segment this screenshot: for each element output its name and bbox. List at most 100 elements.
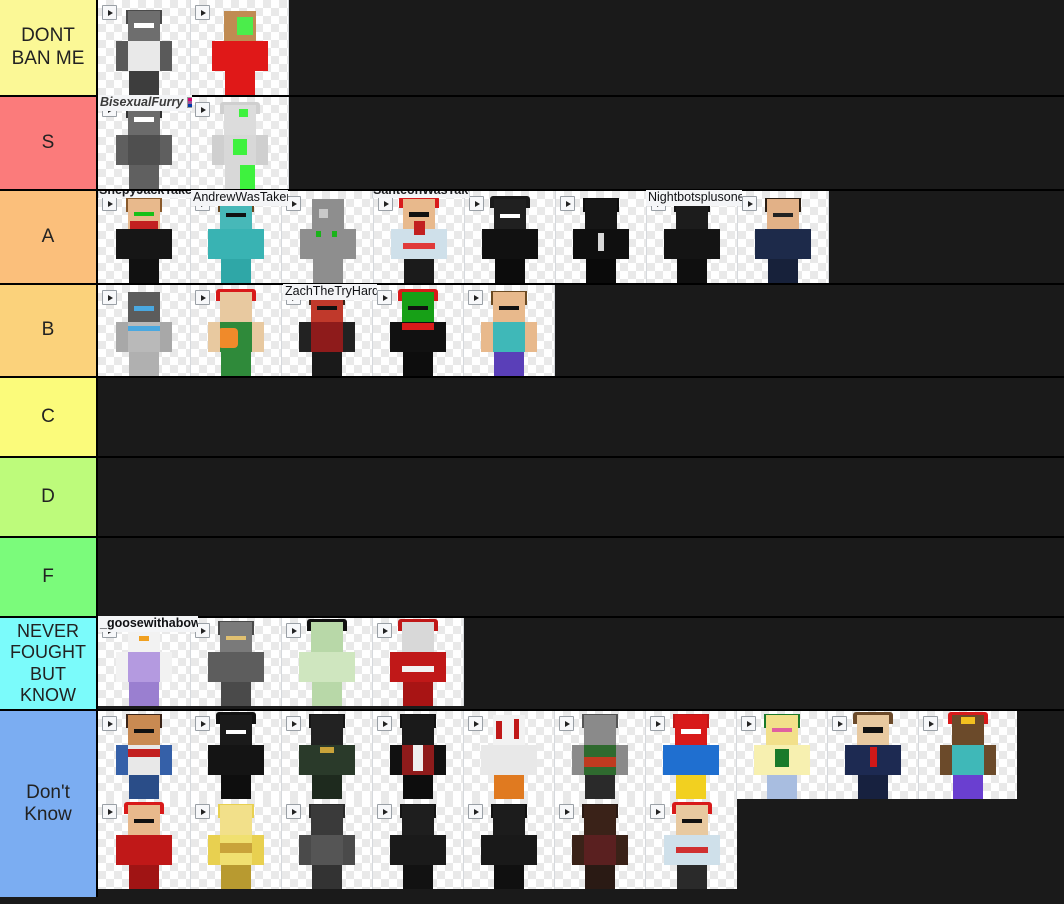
- play-icon[interactable]: [286, 804, 301, 819]
- tier-item-card[interactable]: [98, 191, 191, 283]
- tier-item-card[interactable]: [373, 285, 464, 376]
- play-icon[interactable]: [468, 290, 483, 305]
- play-icon[interactable]: [286, 623, 301, 638]
- tier-label-b[interactable]: B: [0, 285, 98, 376]
- tier-item-caption: Nightbotsplusone: [646, 190, 742, 206]
- tier-item-card[interactable]: [646, 711, 737, 799]
- tier-label-dont-ban-me[interactable]: DONT BAN ME: [0, 0, 98, 95]
- tier-item-card[interactable]: [737, 711, 828, 799]
- minecraft-skin: [115, 198, 173, 283]
- tier-items-dont-know[interactable]: [98, 711, 1064, 897]
- play-icon[interactable]: [286, 716, 301, 731]
- minecraft-skin: [207, 198, 265, 283]
- tier-item-card[interactable]: [373, 618, 464, 706]
- minecraft-skin: [207, 621, 265, 706]
- play-icon[interactable]: [650, 716, 665, 731]
- play-icon[interactable]: [102, 196, 117, 211]
- minecraft-skin: [211, 102, 269, 189]
- play-icon[interactable]: [195, 102, 210, 117]
- play-icon[interactable]: [377, 804, 392, 819]
- play-icon[interactable]: [559, 716, 574, 731]
- tier-label-c[interactable]: C: [0, 378, 98, 456]
- play-icon[interactable]: [468, 716, 483, 731]
- tier-item-card[interactable]: [556, 191, 647, 283]
- tier-item-card[interactable]: [282, 191, 374, 283]
- play-icon[interactable]: [102, 804, 117, 819]
- play-icon[interactable]: [102, 290, 117, 305]
- play-icon[interactable]: [469, 196, 484, 211]
- tier-item-card[interactable]: [464, 711, 555, 799]
- play-icon[interactable]: [286, 196, 301, 211]
- tier-items-f[interactable]: [98, 538, 1064, 616]
- minecraft-skin: [753, 714, 811, 799]
- tier-label-d[interactable]: D: [0, 458, 98, 536]
- tier-items-a[interactable]: ShepyJackTaken AndrewWasTaken SanteonWas…: [98, 190, 1064, 283]
- tier-item-card[interactable]: [282, 711, 373, 799]
- tier-item-card[interactable]: [98, 285, 191, 376]
- play-icon[interactable]: [195, 716, 210, 731]
- play-icon[interactable]: [741, 716, 756, 731]
- tier-label-dont-know[interactable]: Don't Know: [0, 711, 98, 897]
- play-icon[interactable]: [923, 716, 938, 731]
- tier-item-card[interactable]: [98, 0, 191, 95]
- tier-item-card[interactable]: [282, 799, 373, 889]
- tier-item-card[interactable]: [555, 711, 646, 799]
- play-icon[interactable]: [102, 716, 117, 731]
- tier-rows: DONT BAN ME S BisexualFurry A AndrewWasT…: [0, 0, 1064, 897]
- minecraft-skin: [207, 289, 265, 376]
- tier-item-card[interactable]: [828, 711, 919, 799]
- play-icon[interactable]: [832, 716, 847, 731]
- tier-row-f: F: [0, 538, 1064, 618]
- tier-items-b[interactable]: ZachTheTryHard: [98, 284, 1064, 376]
- tier-items-s[interactable]: BisexualFurry: [98, 95, 1064, 189]
- play-icon[interactable]: [560, 196, 575, 211]
- tier-row-d: D: [0, 458, 1064, 538]
- tier-item-card[interactable]: [646, 799, 737, 889]
- caption-text: SanteonWasTaken: [373, 191, 469, 198]
- tier-label-a[interactable]: A: [0, 191, 98, 283]
- tier-label-never-fought-but-know[interactable]: NEVER FOUGHT BUT KNOW: [0, 618, 98, 709]
- tier-item-card[interactable]: [738, 191, 829, 283]
- play-icon[interactable]: [195, 290, 210, 305]
- tier-item-card[interactable]: [98, 711, 191, 799]
- tier-item-card[interactable]: [374, 191, 465, 283]
- play-icon[interactable]: [195, 804, 210, 819]
- minecraft-skin: [480, 291, 538, 376]
- tier-item-card[interactable]: [919, 711, 1017, 799]
- play-icon[interactable]: [195, 5, 210, 20]
- tier-item-card[interactable]: [191, 285, 282, 376]
- tier-item-caption-clipped: SanteonWasTaken: [372, 191, 470, 198]
- tier-items-never-fought-but-know[interactable]: _goosewithabow: [98, 616, 1064, 709]
- tier-items-c[interactable]: [98, 378, 1064, 456]
- play-icon[interactable]: [377, 716, 392, 731]
- play-icon[interactable]: [559, 804, 574, 819]
- tier-items-d[interactable]: [98, 458, 1064, 536]
- tier-item-card[interactable]: [464, 799, 555, 889]
- tier-item-card[interactable]: [191, 618, 282, 706]
- tier-item-card[interactable]: [98, 799, 191, 889]
- tier-item-card[interactable]: [191, 711, 282, 799]
- tier-items-dont-ban-me[interactable]: [98, 0, 1064, 95]
- play-icon[interactable]: [377, 290, 392, 305]
- tier-item-card[interactable]: [555, 799, 646, 889]
- pride-flag-icon: [187, 97, 192, 109]
- play-icon[interactable]: [650, 804, 665, 819]
- minecraft-skin: [663, 198, 721, 283]
- tier-label-s[interactable]: S: [0, 97, 98, 189]
- play-icon[interactable]: [742, 196, 757, 211]
- tier-item-card[interactable]: [191, 0, 289, 95]
- play-icon[interactable]: [377, 623, 392, 638]
- play-icon[interactable]: [468, 804, 483, 819]
- play-icon[interactable]: [378, 196, 393, 211]
- tier-item-card[interactable]: [373, 799, 464, 889]
- tier-item-card[interactable]: [465, 191, 556, 283]
- minecraft-skin: [662, 714, 720, 799]
- play-icon[interactable]: [102, 5, 117, 20]
- minecraft-skin: [480, 715, 538, 799]
- tier-item-card[interactable]: [464, 285, 555, 376]
- tier-label-f[interactable]: F: [0, 538, 98, 616]
- tier-item-card[interactable]: [191, 799, 282, 889]
- tier-item-card[interactable]: [191, 97, 289, 189]
- tier-item-card[interactable]: [373, 711, 464, 799]
- tier-item-card[interactable]: [282, 618, 373, 706]
